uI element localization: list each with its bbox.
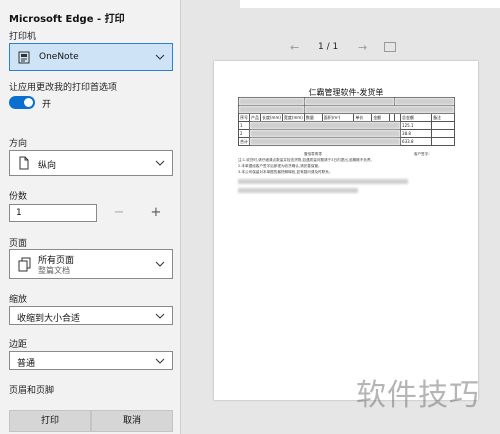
invoice-table: 序号 产品 长度(mm) 宽度(mm) 数量 面积(m²) 单价 金额 总金额 … bbox=[238, 97, 455, 146]
header-cell: 产品 bbox=[249, 113, 261, 122]
amount-in-words: 壹佰零角零 bbox=[304, 152, 322, 156]
printer-label: 打印机 bbox=[9, 32, 37, 42]
header-cell: 备注 bbox=[431, 113, 455, 122]
header-cell: 数量 bbox=[303, 113, 323, 122]
blurred-footer-text bbox=[238, 188, 358, 193]
table-row: 合计 633.8 bbox=[238, 137, 455, 146]
header-cell: 金额 bbox=[371, 113, 390, 122]
app-prefs-label: 让应用更改我的打印首选项 bbox=[9, 83, 118, 93]
fit-page-icon[interactable] bbox=[384, 42, 396, 52]
table-cell: 125.1 bbox=[400, 121, 433, 130]
scale-select[interactable]: 收缩到大小合适 bbox=[9, 306, 173, 325]
pages-select[interactable]: 所有页面 整篇文档 bbox=[9, 249, 173, 279]
printer-select[interactable]: OneNote bbox=[9, 43, 173, 71]
margins-label: 边距 bbox=[9, 340, 28, 350]
table-cell: 合计 bbox=[238, 137, 250, 146]
preview-page: 仁霸管理软件-发货单 序号 产品 长度(mm) 宽度(mm) 数量 面积(m²)… bbox=[214, 61, 478, 400]
chevron-down-icon bbox=[155, 160, 165, 166]
note-line: 3.本公司保留对本单据的最终解释权,如有疑问请及时联系。 bbox=[238, 170, 333, 174]
watermark-text: 软件技巧 bbox=[356, 378, 480, 413]
header-cell: 长度(mm) bbox=[260, 113, 283, 122]
panel-divider bbox=[180, 0, 181, 434]
header-cell: 宽度(mm) bbox=[281, 113, 305, 122]
header-cell: 总金额 bbox=[400, 113, 433, 122]
scale-label: 缩放 bbox=[9, 295, 28, 305]
orientation-value: 纵向 bbox=[38, 161, 57, 171]
table-header-row: 序号 产品 长度(mm) 宽度(mm) 数量 面积(m²) 单价 金额 总金额 … bbox=[238, 113, 455, 122]
info-cell bbox=[238, 105, 305, 114]
table-cell bbox=[248, 129, 402, 138]
increase-copies-button[interactable]: + bbox=[149, 205, 163, 221]
note-line: 2.本单据经客户签字后即视为收货确认,请妥善保管。 bbox=[238, 164, 322, 168]
customer-signature: 客户签字: bbox=[414, 152, 430, 156]
chevron-down-icon bbox=[155, 313, 165, 319]
header-cell: 序号 bbox=[238, 113, 250, 122]
decrease-copies-button[interactable]: − bbox=[112, 205, 126, 221]
header-cell: 单价 bbox=[353, 113, 373, 122]
table-cell bbox=[431, 137, 455, 146]
table-cell bbox=[431, 129, 455, 138]
info-cell bbox=[238, 97, 305, 106]
pages-subvalue: 整篇文档 bbox=[38, 266, 70, 275]
copies-input[interactable]: 1 bbox=[9, 204, 97, 222]
info-cell bbox=[393, 97, 455, 106]
toggle-state-text: 开 bbox=[42, 100, 52, 110]
scale-value: 收缩到大小合适 bbox=[17, 314, 81, 324]
pages-label: 页面 bbox=[9, 239, 28, 249]
printer-value: OneNote bbox=[39, 52, 79, 62]
table-cell: 38.8 bbox=[400, 129, 433, 138]
background-window-strip bbox=[240, 0, 500, 8]
table-cell: 1 bbox=[238, 121, 250, 130]
table-row: 1 125.1 bbox=[238, 121, 455, 130]
toggle-knob bbox=[24, 98, 33, 107]
table-cell bbox=[248, 121, 402, 130]
table-cell: 633.8 bbox=[400, 137, 433, 146]
prev-page-button[interactable]: ← bbox=[290, 41, 299, 54]
chevron-down-icon bbox=[155, 54, 165, 60]
invoice-info-row bbox=[238, 105, 455, 114]
header-cell: 面积(m²) bbox=[321, 113, 355, 122]
table-row: 2 38.8 bbox=[238, 129, 455, 138]
info-cell bbox=[303, 97, 395, 106]
table-cell bbox=[431, 121, 455, 130]
invoice-info-row bbox=[238, 97, 455, 106]
cancel-button[interactable]: 取消 bbox=[91, 410, 173, 432]
portrait-page-icon bbox=[19, 156, 29, 170]
orientation-select[interactable]: 纵向 bbox=[9, 150, 173, 176]
next-page-button[interactable]: → bbox=[358, 41, 367, 54]
header-footer-label[interactable]: 页眉和页脚 bbox=[9, 383, 54, 396]
orientation-label: 方向 bbox=[9, 139, 28, 149]
chevron-down-icon bbox=[155, 358, 165, 364]
info-cell bbox=[303, 105, 455, 114]
table-cell: 2 bbox=[238, 129, 250, 138]
copies-value: 1 bbox=[16, 208, 22, 218]
copies-label: 份数 bbox=[9, 192, 28, 202]
chevron-down-icon bbox=[155, 261, 165, 267]
margins-select[interactable]: 普通 bbox=[9, 351, 173, 370]
dialog-title: Microsoft Edge - 打印 bbox=[9, 14, 125, 25]
onenote-printer-icon bbox=[18, 51, 30, 64]
margins-value: 普通 bbox=[17, 359, 36, 369]
blurred-footer-text bbox=[238, 179, 408, 184]
pages-icon bbox=[18, 257, 31, 272]
page-indicator: 1 / 1 bbox=[318, 42, 339, 52]
print-button[interactable]: 打印 bbox=[9, 410, 91, 432]
table-cell bbox=[248, 137, 402, 146]
app-prefs-toggle[interactable] bbox=[9, 96, 35, 109]
note-line: 注:1.收货时,请仔细清点数量并检查货物,如遇质量问题请于3日内提出,逾期概不负… bbox=[238, 158, 375, 162]
